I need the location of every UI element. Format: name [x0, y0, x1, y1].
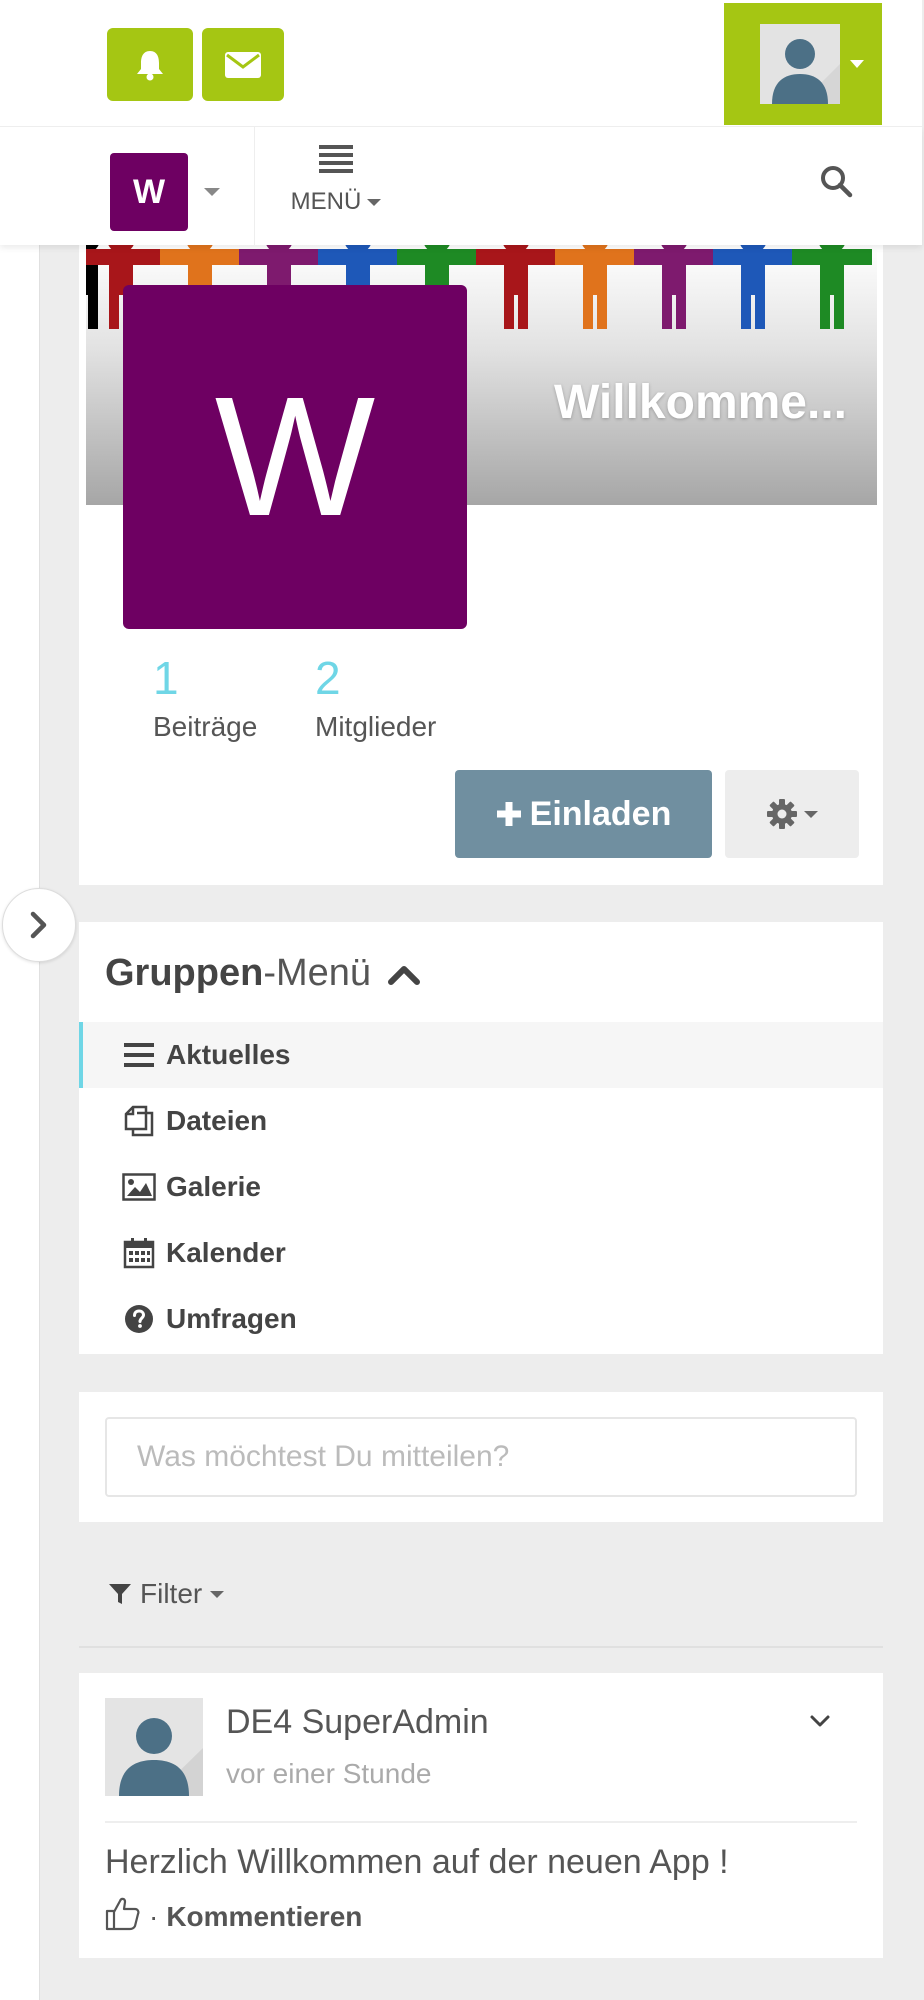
entry-options-button[interactable] — [809, 1713, 831, 1734]
list-icon — [122, 1038, 156, 1072]
main-menu-button[interactable]: MENÜ — [286, 143, 386, 216]
sidebar-toggle-button[interactable] — [2, 888, 76, 962]
comment-button[interactable]: Kommentieren — [166, 1901, 362, 1933]
sidebar-strip — [0, 0, 40, 2000]
post-input[interactable]: Was möchtest Du mitteilen? — [105, 1417, 857, 1497]
group-menu-item-aktuelles[interactable]: Aktuelles — [79, 1022, 883, 1088]
top-bar — [0, 0, 922, 127]
hamburger-icon — [319, 145, 353, 173]
nav-divider — [254, 127, 255, 245]
menu-item-label: Aktuelles — [166, 1039, 291, 1070]
stat-label: Beiträge — [153, 711, 258, 742]
question-circle-icon — [122, 1302, 156, 1336]
messages-button[interactable] — [202, 28, 284, 101]
entry-actions: · Kommentieren — [105, 1895, 362, 1938]
stat-value: 1 — [153, 652, 179, 704]
bell-icon — [137, 50, 163, 80]
group-menu-item-kalender[interactable]: Kalender — [79, 1220, 883, 1286]
stat-posts: 1 Beiträge — [153, 655, 257, 743]
entry-author[interactable]: DE4 SuperAdmin — [226, 1703, 489, 1742]
chevron-down-icon — [204, 188, 220, 196]
nav-bar: W MENÜ — [0, 127, 922, 245]
chevron-down-icon — [850, 60, 864, 68]
group-menu-title-bold: Gruppen — [105, 952, 264, 994]
filter-icon — [109, 1584, 131, 1604]
menu-item-label: Galerie — [166, 1171, 261, 1202]
group-menu-title[interactable]: Gruppen-Menü — [105, 952, 421, 995]
divider — [79, 1646, 883, 1648]
group-menu-item-umfragen[interactable]: Umfragen — [79, 1286, 883, 1352]
divider — [105, 1821, 857, 1823]
menu-item-label: Dateien — [166, 1105, 268, 1136]
action-separator: · — [149, 1900, 159, 1932]
chevron-down-icon — [210, 1590, 225, 1598]
thumbs-up-icon — [105, 1897, 140, 1931]
calendar-icon — [122, 1236, 156, 1270]
menu-item-label: Kalender — [166, 1237, 286, 1268]
space-image: W — [123, 285, 467, 629]
stat-value: 2 — [315, 652, 341, 704]
post-form-card: Was möchtest Du mitteilen? — [79, 1392, 883, 1522]
search-button[interactable] — [818, 163, 854, 204]
filter-label: Filter — [140, 1578, 203, 1609]
group-menu-title-rest: -Menü — [263, 952, 372, 994]
envelope-icon — [225, 51, 261, 78]
space-title: Willkomme... — [554, 376, 847, 429]
files-icon — [122, 1104, 156, 1138]
plus-icon — [496, 802, 521, 826]
space-chooser[interactable]: W — [110, 153, 220, 231]
search-icon — [821, 166, 853, 198]
like-button[interactable] — [105, 1895, 141, 1938]
chevron-right-icon — [30, 911, 47, 939]
entry-content: Herzlich Willkommen auf der neuen App ! — [105, 1843, 729, 1881]
chevron-up-icon — [388, 965, 421, 985]
image-icon — [122, 1170, 156, 1204]
space-icon: W — [110, 153, 188, 231]
entry-timestamp[interactable]: vor einer Stunde — [226, 1758, 431, 1790]
stat-members[interactable]: 2 Mitglieder — [315, 655, 436, 743]
menu-label: MENÜ — [290, 188, 362, 215]
group-menu-card: Gruppen-Menü Aktuelles Dateien Galerie K… — [79, 922, 883, 1354]
space-settings-button[interactable] — [725, 770, 859, 858]
gear-icon — [767, 799, 797, 829]
avatar[interactable] — [105, 1698, 203, 1796]
invite-button[interactable]: Einladen — [455, 770, 712, 858]
stream-entry: DE4 SuperAdmin vor einer Stunde Herzlich… — [79, 1673, 883, 1958]
filter-dropdown[interactable]: Filter — [108, 1578, 225, 1610]
group-menu-item-dateien[interactable]: Dateien — [79, 1088, 883, 1154]
stat-label: Mitglieder — [315, 711, 437, 742]
group-menu-item-galerie[interactable]: Galerie — [79, 1154, 883, 1220]
space-header-card: Willkomme... W 1 Beiträge 2 Mitglieder E… — [79, 245, 883, 885]
chevron-down-icon — [367, 198, 382, 206]
chevron-down-icon — [804, 810, 818, 818]
notifications-button[interactable] — [107, 28, 193, 101]
invite-label: Einladen — [529, 794, 672, 833]
menu-item-label: Umfragen — [166, 1303, 297, 1334]
profile-menu-button[interactable] — [724, 3, 882, 125]
chevron-down-icon — [810, 1715, 830, 1727]
avatar — [760, 24, 840, 104]
